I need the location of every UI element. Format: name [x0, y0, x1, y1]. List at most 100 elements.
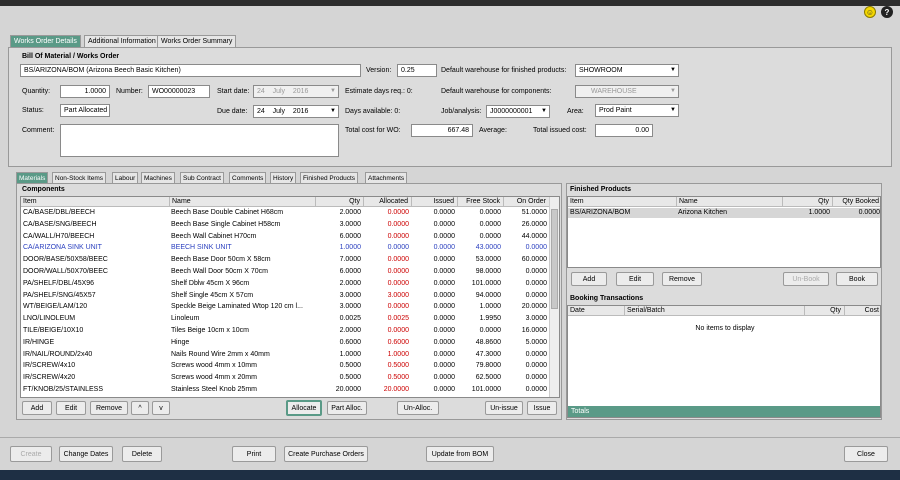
- subtab-attachments[interactable]: Attachments: [365, 172, 408, 183]
- add-finished-button[interactable]: Add: [571, 272, 607, 286]
- due-date-label: Due date:: [217, 108, 248, 115]
- part-alloc-button[interactable]: Part Alloc.: [327, 401, 367, 415]
- table-row[interactable]: LNO/LINOLEUM Linoleum 0.0025 0.0025 0.0000 1.…: [21, 314, 551, 324]
- cell-item: IR/HINGE: [23, 338, 55, 346]
- column-header-allocated[interactable]: Allocated: [363, 197, 411, 207]
- cell-qty: 6.0000: [339, 232, 361, 240]
- table-row[interactable]: FT/KNOB/25/STAINLESS Stainless Steel Knob…: [21, 385, 551, 395]
- un-book-button[interactable]: Un-Book: [783, 272, 829, 286]
- table-row[interactable]: DOOR/BASE/50X58/BEEC Beech Base Door 50cm…: [21, 255, 551, 265]
- tab-works-order-summary[interactable]: Works Order Summary: [157, 35, 237, 47]
- subtab-machines[interactable]: Machines: [141, 172, 175, 183]
- quantity-field[interactable]: 1.0000: [60, 85, 110, 98]
- comment-field[interactable]: [60, 124, 339, 157]
- move-up-button[interactable]: ^: [131, 401, 149, 415]
- table-row[interactable]: IR/HINGE Hinge 0.6000 0.6000 0.0000 48.8600 5.…: [21, 338, 551, 348]
- cell-item: DOOR/BASE/50X58/BEEC: [23, 256, 108, 264]
- print-button[interactable]: Print: [232, 446, 276, 462]
- un-issue-button[interactable]: Un-issue: [485, 401, 523, 415]
- table-row[interactable]: IR/NAIL/ROUND/2x40 Nails Round Wire 2mm x…: [21, 350, 551, 360]
- area-select[interactable]: Prod Paint ▼: [595, 104, 679, 117]
- table-row[interactable]: BS/ARIZONA/BOM Arizona Kitchen 1.0000 0.…: [568, 208, 880, 218]
- column-header-item[interactable]: Item: [568, 197, 676, 207]
- column-header-on-order[interactable]: On Order: [503, 197, 549, 207]
- column-header-date[interactable]: Date: [568, 306, 624, 316]
- tab-works-order-details[interactable]: Works Order Details: [10, 35, 81, 47]
- subtab-materials[interactable]: Materials: [16, 172, 49, 183]
- book-button[interactable]: Book: [836, 272, 878, 286]
- due-date-field[interactable]: 24 July 2016 ▼: [253, 105, 339, 118]
- delete-button[interactable]: Delete: [122, 446, 162, 462]
- booking-grid[interactable]: Date Serial/Batch Qty Cost No items to d…: [567, 305, 881, 418]
- column-header-qty[interactable]: Qty: [315, 197, 363, 207]
- finished-products-grid[interactable]: Item Name Qty Qty Booked BS/ARIZONA/BOM …: [567, 196, 881, 268]
- cell-name: Nails Round Wire 2mm x 40mm: [171, 350, 270, 358]
- create-button[interactable]: Create: [10, 446, 52, 462]
- table-row[interactable]: PA/SHELF/SNG/45X57 Shelf Single 45cm X 57…: [21, 291, 551, 301]
- components-scrollbar[interactable]: [549, 197, 559, 397]
- column-header-item[interactable]: Item: [21, 197, 169, 207]
- column-header-free-stock[interactable]: Free Stock: [457, 197, 503, 207]
- table-row[interactable]: CA/BASE/SNG/BEECH Beech Base Single Cabin…: [21, 220, 551, 230]
- smiley-icon[interactable]: ☺: [864, 6, 876, 18]
- close-button[interactable]: Close: [844, 446, 888, 462]
- remove-finished-button[interactable]: Remove: [662, 272, 702, 286]
- table-row[interactable]: PA/SHELF/DBL/45X96 Shelf Dblw 45cm X 96cm…: [21, 279, 551, 289]
- components-grid[interactable]: Item Name Qty Allocated Issued Free Stoc…: [20, 196, 560, 398]
- subtab-finished-products[interactable]: Finished Products: [300, 172, 359, 183]
- version-field[interactable]: 0.25: [397, 64, 437, 77]
- column-header-name[interactable]: Name: [676, 197, 782, 207]
- column-header-qty[interactable]: Qty: [804, 306, 844, 316]
- bom-field[interactable]: BS/ARIZONA/BOM (Arizona Beech Basic Kitc…: [20, 64, 361, 77]
- start-date-field[interactable]: 24 July 2016 ▼: [253, 85, 339, 98]
- un-alloc-button[interactable]: Un-Alloc.: [397, 401, 439, 415]
- column-header-serial-batch[interactable]: Serial/Batch: [624, 306, 804, 316]
- subtab-non-stock-items[interactable]: Non-Stock Items: [52, 172, 107, 183]
- cell-item: PA/SHELF/DBL/45X96: [23, 279, 95, 287]
- column-header-qty-booked[interactable]: Qty Booked: [832, 197, 880, 207]
- table-row[interactable]: CA/ARIZONA SINK UNIT BEECH SINK UNIT 1.000…: [21, 243, 551, 253]
- cell-issued: 0.0000: [433, 232, 455, 240]
- subtab-labour[interactable]: Labour: [112, 172, 139, 183]
- column-header-name[interactable]: Name: [169, 197, 315, 207]
- default-wh-finished-select[interactable]: SHOWROOM ▼: [575, 64, 679, 77]
- edit-finished-button[interactable]: Edit: [616, 272, 654, 286]
- add-component-button[interactable]: Add: [22, 401, 52, 415]
- table-row[interactable]: CA/BASE/DBL/BEECH Beech Base Double Cabin…: [21, 208, 551, 218]
- remove-component-button[interactable]: Remove: [90, 401, 128, 415]
- subtab-comments[interactable]: Comments: [229, 172, 267, 183]
- number-field[interactable]: WO00000023: [148, 85, 210, 98]
- cell-free-stock: 47.3000: [475, 350, 501, 358]
- change-dates-button[interactable]: Change Dates: [59, 446, 113, 462]
- booking-header: Date Serial/Batch Qty Cost: [568, 306, 880, 316]
- table-row[interactable]: CA/WALL/H70/BEECH Beech Wall Cabinet H70c…: [21, 232, 551, 242]
- subtab-sub-contract[interactable]: Sub Contract: [180, 172, 224, 183]
- cell-allocated: 0.0000: [387, 268, 409, 275]
- column-header-qty[interactable]: Qty: [782, 197, 832, 207]
- create-purchase-orders-button[interactable]: Create Purchase Orders: [284, 446, 368, 462]
- cell-item: DOOR/WALL/50X70/BEEC: [23, 268, 108, 275]
- column-header-cost[interactable]: Cost: [844, 306, 880, 316]
- update-from-bom-button[interactable]: Update from BOM: [426, 446, 494, 462]
- issue-button[interactable]: Issue: [527, 401, 557, 415]
- help-icon[interactable]: ?: [881, 6, 893, 18]
- edit-component-button[interactable]: Edit: [56, 401, 86, 415]
- move-down-button[interactable]: v: [152, 401, 170, 415]
- divider: [0, 437, 900, 438]
- subtab-history[interactable]: History: [270, 172, 297, 183]
- table-row[interactable]: IR/SCREW/4x10 Screws wood 4mm x 10mm 0.500…: [21, 361, 551, 371]
- cell-name: Screws wood 4mm x 10mm: [171, 362, 257, 370]
- average-label: Average:: [479, 127, 507, 134]
- allocate-button[interactable]: Allocate: [286, 400, 322, 416]
- scrollbar-thumb[interactable]: [551, 209, 558, 309]
- table-row[interactable]: IR/SCREW/4x20 Screws wood 4mm x 20mm 0.500…: [21, 373, 551, 383]
- table-row[interactable]: TILE/BEIGE/10X10 Tiles Beige 10cm x 10cm 2…: [21, 326, 551, 336]
- tab-additional-information[interactable]: Additional Information: [84, 35, 160, 47]
- column-header-issued[interactable]: Issued: [411, 197, 457, 207]
- job-analysis-select[interactable]: J0000000001 ▼: [486, 105, 550, 118]
- cell-qty: 3.0000: [339, 303, 361, 311]
- cell-qty: 2.0000: [339, 327, 361, 334]
- table-row[interactable]: WT/BEIGE/LAM/120 Speckle Beige Laminated …: [21, 302, 551, 312]
- table-row[interactable]: DOOR/WALL/50X70/BEEC Beech Wall Door 50cm…: [21, 267, 551, 277]
- chevron-down-icon: ▼: [541, 108, 547, 114]
